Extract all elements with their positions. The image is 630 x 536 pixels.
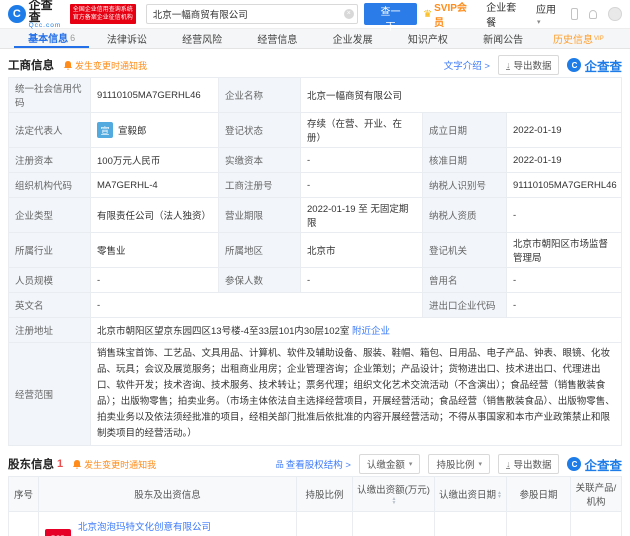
table-row: 英文名 - 进出口企业代码 - bbox=[8, 292, 622, 318]
crown-icon: ♛ bbox=[423, 8, 433, 20]
shareholder-index: 1 bbox=[8, 511, 39, 536]
user-avatar[interactable] bbox=[608, 7, 622, 21]
shareholding-ratio-filter[interactable]: 持股比例 ▾ bbox=[428, 454, 490, 474]
download-icon: ↓ bbox=[505, 59, 511, 70]
table-row: 注册地址 北京市朝阳区望京东园四区13号楼-4至33层101内30层102室 附… bbox=[8, 317, 622, 343]
caret-down-icon: ▾ bbox=[478, 461, 482, 468]
notify-on-change-button[interactable]: 发生变更时通知我 bbox=[73, 458, 156, 471]
table-row: 企业类型 有限责任公司（法人独资） 营业期限 2022-01-19 至 无固定期… bbox=[8, 197, 622, 233]
tab-operation-risk[interactable]: 经营风险 bbox=[165, 29, 240, 48]
subscribed-amount-filter[interactable]: 认缴金额 ▾ bbox=[358, 454, 421, 474]
qcc-watermark-icon: C bbox=[567, 58, 582, 72]
table-row: 注册资本 100万元人民币 实缴资本 - 核准日期 2022-01-19 bbox=[8, 147, 622, 173]
vip-badge: VIP bbox=[594, 35, 604, 42]
search-button[interactable]: 查一下 bbox=[363, 3, 418, 33]
apps-menu[interactable]: 应用▾ bbox=[536, 1, 560, 27]
shareholder-count-badge: 1 bbox=[57, 458, 64, 470]
tab-operation-info[interactable]: 经营信息 bbox=[240, 29, 315, 48]
notify-on-change-button[interactable]: 发生变更时通知我 bbox=[64, 59, 147, 72]
business-scope-text: 销售珠宝首饰、工艺品、文具用品、计算机、软件及辅助设备、服装、鞋帽、箱包、日用品… bbox=[90, 342, 622, 446]
registered-address: 北京市朝阳区望京东园四区13号楼-4至33层101内30层102室 bbox=[97, 326, 350, 337]
sort-icon[interactable]: ▲ ▼ bbox=[497, 491, 502, 500]
business-info-title: 工商信息 bbox=[8, 60, 54, 72]
tab-company-development[interactable]: 企业发展 bbox=[315, 29, 390, 48]
top-navbar: C 企查查 Qcc.com 全国企业信用查询系统 官方备案企业征信机构 × 查一… bbox=[0, 0, 630, 33]
tab-intellectual-property[interactable]: 知识产权 bbox=[390, 29, 465, 48]
subscribed-date: 2072-01-01 bbox=[434, 511, 507, 536]
qcc-logo[interactable]: C 企查查 Qcc.com bbox=[8, 0, 64, 29]
enterprise-package-link[interactable]: 企业套餐 bbox=[486, 0, 525, 29]
shareholder-info-title: 股东信息 bbox=[8, 459, 54, 471]
table-row: 人员规模 - 参保人数 - 曾用名 - bbox=[8, 267, 622, 293]
table-row: 法定代表人 宣 宣毅郎 登记状态 存续（在营、开业、在册） 成立日期 2022-… bbox=[8, 112, 622, 148]
subscribed-amount: 100 bbox=[352, 511, 435, 536]
notification-bell-icon[interactable] bbox=[588, 9, 598, 19]
shareholding-ratio: 100% bbox=[296, 511, 353, 536]
legal-rep-avatar: 宣 bbox=[97, 122, 113, 138]
table-row: 所属行业 零售业 所属地区 北京市 登记机关 北京市朝阳区市场监督管理局 bbox=[8, 232, 622, 268]
download-icon: ↓ bbox=[505, 458, 511, 469]
search-input[interactable] bbox=[145, 4, 358, 24]
view-equity-structure-link[interactable]: 品 查看股权结构 > bbox=[275, 457, 351, 472]
join-date: 2022-01-19 bbox=[506, 511, 571, 536]
brand-name: 企查查 bbox=[28, 0, 53, 24]
qcc-watermark: C 企查查 bbox=[567, 56, 622, 75]
shareholder-row: 1 POP MART 北京泡泡玛特文化创意有限公司 大股东 品 股权结构 » bbox=[8, 511, 622, 536]
sort-date-header[interactable]: 认缴出资日期 ▲ ▼ bbox=[434, 476, 507, 512]
export-data-button[interactable]: ↓ 导出数据 bbox=[497, 454, 560, 474]
qcc-logo-icon: C bbox=[8, 5, 26, 23]
org-chart-icon: 品 bbox=[275, 459, 284, 469]
tab-legal-litigation[interactable]: 法律诉讼 bbox=[89, 29, 164, 48]
tab-basic-info[interactable]: 基本信息 6 bbox=[14, 29, 90, 48]
legal-rep-name[interactable]: 宣毅郎 bbox=[118, 123, 147, 137]
table-header-row: 序号 股东及出资信息 持股比例 认缴出资额(万元) ▲ ▼ 认缴出资日期 ▲ ▼ 参股日… bbox=[8, 476, 622, 512]
mobile-app-icon[interactable] bbox=[570, 8, 578, 20]
search-clear-icon[interactable]: × bbox=[343, 9, 354, 19]
table-row: 组织机构代码 MA7GERHL-4 工商注册号 - 纳税人识别号 9111010… bbox=[8, 172, 622, 198]
bell-icon bbox=[64, 60, 72, 70]
gov-certification-badge: 全国企业信用查询系统 官方备案企业征信机构 bbox=[69, 3, 136, 25]
export-data-button[interactable]: ↓ 导出数据 bbox=[497, 55, 560, 75]
business-info-table: 统一社会信用代码 91110105MA7GERHL46 企业名称 北京一幅商贸有… bbox=[8, 77, 622, 446]
sort-amount-header[interactable]: 认缴出资额(万元) ▲ ▼ bbox=[352, 476, 435, 512]
shareholder-table: 序号 股东及出资信息 持股比例 认缴出资额(万元) ▲ ▼ 认缴出资日期 ▲ ▼ 参股日… bbox=[8, 476, 622, 536]
company-tabbar: 基本信息 6 法律诉讼 经营风险 经营信息 企业发展 知识产权 新闻公告 历史信息… bbox=[0, 28, 630, 49]
tab-count-badge: 6 bbox=[70, 32, 76, 43]
text-intro-link[interactable]: 文字介绍 > bbox=[444, 58, 490, 72]
qcc-watermark-icon: C bbox=[567, 457, 582, 471]
caret-down-icon: ▾ bbox=[408, 461, 413, 468]
tab-history-info[interactable]: 历史信息 VIP bbox=[541, 29, 616, 48]
svip-member-link[interactable]: ♛ SVIP会员 bbox=[423, 0, 475, 29]
qcc-watermark: C 企查查 bbox=[567, 455, 622, 474]
sort-icon[interactable]: ▲ ▼ bbox=[392, 496, 397, 505]
nearby-companies-link[interactable]: 附近企业 bbox=[352, 326, 390, 337]
table-row: 统一社会信用代码 91110105MA7GERHL46 企业名称 北京一幅商贸有… bbox=[8, 77, 622, 113]
caret-down-icon: ▾ bbox=[536, 19, 541, 26]
bell-icon bbox=[73, 459, 82, 469]
table-row: 经营范围 销售珠宝首饰、工艺品、文具用品、计算机、软件及辅助设备、服装、鞋帽、箱… bbox=[8, 342, 622, 446]
tab-news-announcements[interactable]: 新闻公告 bbox=[466, 29, 541, 48]
shareholder-name-link[interactable]: 北京泡泡玛特文化创意有限公司 bbox=[78, 519, 269, 533]
popmart-logo: POP MART bbox=[45, 529, 71, 536]
